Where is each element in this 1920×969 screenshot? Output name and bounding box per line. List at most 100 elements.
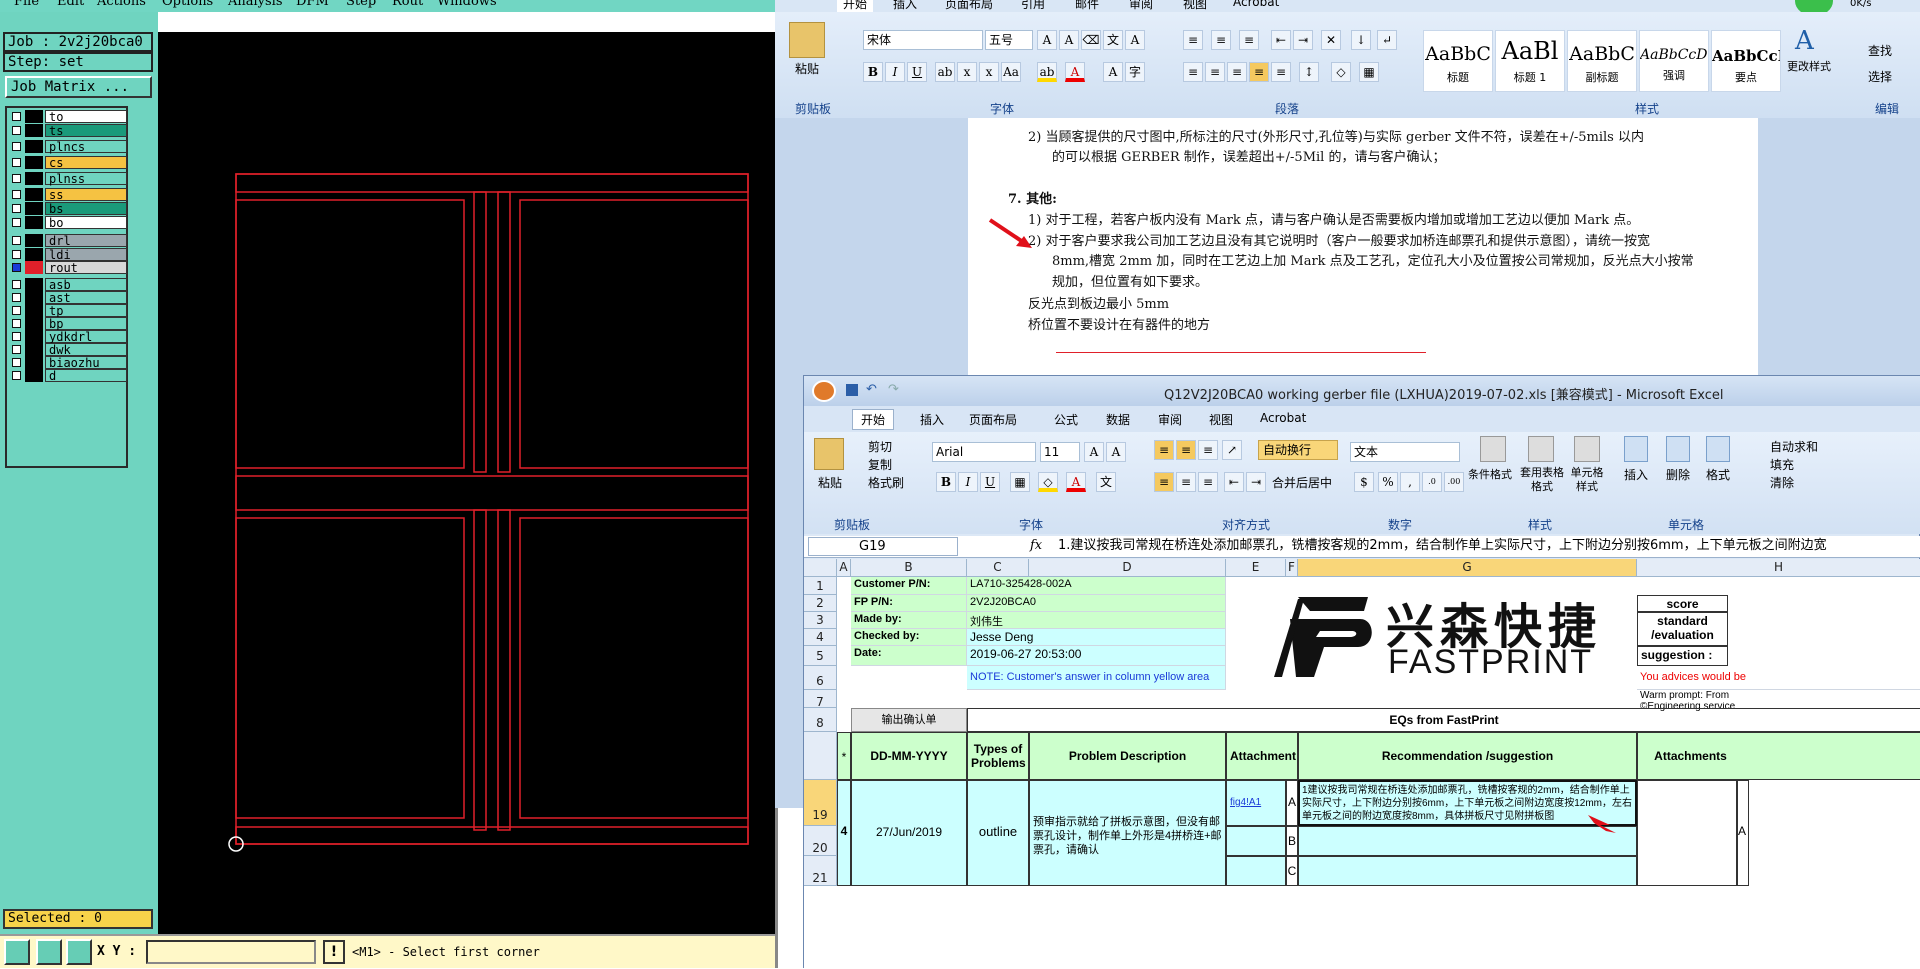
font-color-icon[interactable]: A bbox=[1065, 62, 1085, 82]
graphics-canvas[interactable] bbox=[158, 32, 775, 940]
enclose-char-icon[interactable]: 字 bbox=[1125, 62, 1145, 82]
xl-font-color-icon[interactable]: A bbox=[1066, 472, 1086, 492]
layer-row-bs[interactable]: bs bbox=[9, 202, 127, 216]
cell-style-icon[interactable] bbox=[1574, 436, 1600, 462]
row-header-hidden[interactable] bbox=[804, 732, 837, 780]
number-format-select[interactable]: 文本 bbox=[1350, 442, 1460, 462]
line-spacing-icon[interactable]: ↕ bbox=[1299, 62, 1319, 82]
layer-row-asb[interactable]: asb bbox=[9, 278, 127, 292]
layer-row-ast[interactable]: ast bbox=[9, 291, 127, 305]
bold-icon[interactable]: B bbox=[863, 62, 883, 82]
worksheet-grid[interactable]: A B C D E F G H 1 2 3 4 5 6 7 8 19 20 21… bbox=[804, 559, 1920, 969]
style-title[interactable]: AaBbC 标题 bbox=[1423, 30, 1493, 92]
value-made-by[interactable]: 刘伟生 bbox=[967, 612, 1226, 629]
xl-paste-icon[interactable] bbox=[814, 438, 844, 470]
layer-checkbox[interactable] bbox=[12, 126, 21, 135]
sort-icon[interactable]: ↓ bbox=[1351, 30, 1371, 50]
xl-underline-icon[interactable]: U bbox=[980, 472, 1000, 492]
xl-tab-review[interactable]: 审阅 bbox=[1158, 411, 1182, 428]
output-confirm-button[interactable]: 输出确认单 bbox=[851, 708, 967, 732]
layer-row-bo[interactable]: bo bbox=[9, 216, 127, 230]
chinese-layout-icon[interactable]: ✕ bbox=[1321, 30, 1341, 50]
layer-checkbox[interactable] bbox=[12, 236, 21, 245]
distribute-icon[interactable]: ≡ bbox=[1271, 62, 1291, 82]
attachment-cell-c[interactable] bbox=[1226, 856, 1286, 886]
layer-row-plnss[interactable]: plnss bbox=[9, 172, 127, 186]
style-emphasis[interactable]: AaBbCcDt 强调 bbox=[1639, 30, 1709, 92]
tab-home[interactable]: 开始 bbox=[837, 0, 874, 12]
tab-view[interactable]: 视图 bbox=[1183, 0, 1207, 12]
layer-checkbox[interactable] bbox=[12, 319, 21, 328]
col-header-h[interactable]: H bbox=[1637, 559, 1920, 577]
clear-format-icon[interactable]: ⌫ bbox=[1081, 30, 1101, 50]
row-header-20[interactable]: 20 bbox=[804, 826, 837, 856]
xl-shrink-font-icon[interactable]: A bbox=[1106, 442, 1126, 462]
find-button[interactable]: 查找 bbox=[1868, 42, 1892, 59]
layer-checkbox[interactable] bbox=[12, 204, 21, 213]
tab-insert[interactable]: 插入 bbox=[893, 0, 917, 12]
xl-font-select[interactable]: Arial bbox=[932, 442, 1036, 462]
layer-row-to[interactable]: to bbox=[9, 110, 127, 124]
conditional-format-icon[interactable] bbox=[1480, 436, 1506, 462]
row-description[interactable]: 预审指示就给了拼板示意图，但没有邮票孔设计，制作单上外形是4拼桥连+邮票孔，请确… bbox=[1029, 780, 1226, 886]
row-header-2[interactable]: 2 bbox=[804, 595, 837, 612]
select-all-corner[interactable] bbox=[804, 559, 837, 577]
dec-decimal-icon[interactable]: .00 bbox=[1444, 472, 1464, 492]
delete-cells-icon[interactable] bbox=[1666, 436, 1690, 462]
layer-checkbox[interactable] bbox=[12, 112, 21, 121]
autosum-button[interactable]: 自动求和 bbox=[1770, 438, 1818, 455]
xl-phonetic-icon[interactable]: 文 bbox=[1096, 472, 1116, 492]
inc-decimal-icon[interactable]: .0 bbox=[1422, 472, 1442, 492]
row-type[interactable]: outline bbox=[967, 780, 1029, 886]
attachment-cell-b[interactable] bbox=[1226, 826, 1286, 856]
col-header-d[interactable]: D bbox=[1029, 559, 1226, 577]
value-customer-pn[interactable]: LA710-325428-002A bbox=[967, 577, 1226, 595]
save-icon[interactable] bbox=[846, 384, 858, 396]
layer-row-ydkdrl[interactable]: ydkdrl bbox=[9, 330, 127, 344]
layer-row-tp[interactable]: tp bbox=[9, 304, 127, 318]
bullets-icon[interactable]: ≡ bbox=[1183, 30, 1203, 50]
numbering-icon[interactable]: ≡ bbox=[1211, 30, 1231, 50]
grow-font-icon[interactable]: A bbox=[1037, 30, 1057, 50]
col-header-e[interactable]: E bbox=[1226, 559, 1286, 577]
menu-actions[interactable]: Actions bbox=[97, 0, 146, 9]
xl-tab-home[interactable]: 开始 bbox=[852, 409, 895, 430]
xl-tab-view[interactable]: 视图 bbox=[1209, 411, 1233, 428]
menu-rout[interactable]: Rout bbox=[392, 0, 423, 9]
office-button-icon[interactable] bbox=[812, 380, 836, 402]
layer-row-rout[interactable]: rout bbox=[9, 261, 127, 275]
xl-border-icon[interactable]: ▦ bbox=[1010, 472, 1030, 492]
layer-row-bp[interactable]: bp bbox=[9, 317, 127, 331]
menu-file[interactable]: File bbox=[14, 0, 39, 9]
xl-tab-layout[interactable]: 页面布局 bbox=[969, 411, 1017, 428]
align-center-icon[interactable]: ≡ bbox=[1205, 62, 1225, 82]
row-header-6[interactable]: 6 bbox=[804, 666, 837, 690]
value-checked-by[interactable]: Jesse Deng bbox=[967, 629, 1226, 646]
row-header-19[interactable]: 19 bbox=[804, 780, 837, 826]
layer-checkbox[interactable] bbox=[12, 306, 21, 315]
row-header-3[interactable]: 3 bbox=[804, 612, 837, 629]
fx-icon[interactable]: fx bbox=[1030, 538, 1042, 553]
job-matrix-button[interactable]: Job Matrix ... bbox=[5, 76, 152, 98]
xl-align-right-icon[interactable]: ≡ bbox=[1198, 472, 1218, 492]
row-header-21[interactable]: 21 bbox=[804, 856, 837, 886]
font-name-select[interactable]: 宋体 bbox=[863, 30, 983, 50]
xl-size-select[interactable]: 11 bbox=[1040, 442, 1080, 462]
redo-icon[interactable]: ↷ bbox=[888, 382, 899, 397]
superscript-icon[interactable]: x bbox=[979, 62, 999, 82]
menu-windows[interactable]: Windows bbox=[437, 0, 497, 9]
show-marks-icon[interactable]: ↵ bbox=[1377, 30, 1397, 50]
underline-icon[interactable]: U bbox=[907, 62, 927, 82]
layer-row-dwk[interactable]: dwk bbox=[9, 343, 127, 357]
row-header-4[interactable]: 4 bbox=[804, 629, 837, 646]
layer-row-drl[interactable]: drl bbox=[9, 234, 127, 248]
layer-row-biaozhu[interactable]: biaozhu bbox=[9, 356, 127, 370]
layer-row-ldi[interactable]: ldi bbox=[9, 248, 127, 262]
tab-layout[interactable]: 页面布局 bbox=[945, 0, 993, 12]
layer-checkbox[interactable] bbox=[12, 293, 21, 302]
case-icon[interactable]: Aa bbox=[1001, 62, 1021, 82]
layer-checkbox[interactable] bbox=[12, 345, 21, 354]
layer-checkbox[interactable] bbox=[12, 218, 21, 227]
row-header-1[interactable]: 1 bbox=[804, 577, 837, 595]
decrease-indent-icon[interactable]: ⇤ bbox=[1271, 30, 1291, 50]
